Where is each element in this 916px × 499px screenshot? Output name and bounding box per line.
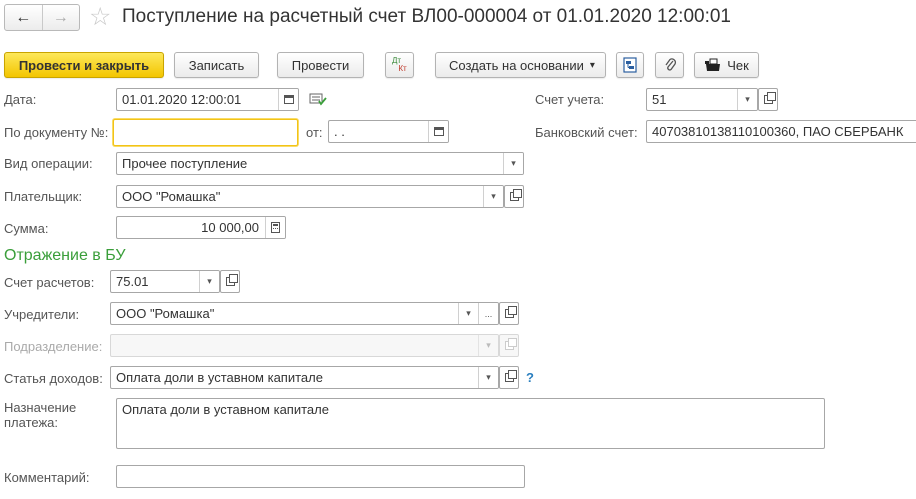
operation-label: Вид операции: bbox=[4, 156, 93, 171]
dt-kt-button[interactable]: Дт Кт bbox=[385, 52, 414, 78]
department-select: ▾ bbox=[110, 334, 499, 357]
document-structure-icon bbox=[623, 57, 637, 73]
purpose-label-line2: платежа: bbox=[4, 415, 58, 430]
founders-value: ООО "Ромашка" bbox=[116, 306, 215, 321]
payer-label: Плательщик: bbox=[4, 189, 83, 204]
amount-label: Сумма: bbox=[4, 221, 49, 236]
chevron-down-icon: ▾ bbox=[478, 335, 498, 356]
comment-value bbox=[117, 466, 524, 487]
date-calendar-button[interactable] bbox=[278, 89, 298, 110]
save-button[interactable]: Записать bbox=[174, 52, 259, 78]
structure-button[interactable] bbox=[616, 52, 644, 78]
founders-label: Учредители: bbox=[4, 307, 80, 322]
department-label: Подразделение: bbox=[4, 339, 103, 354]
doc-number-input[interactable] bbox=[113, 119, 298, 146]
income-value: Оплата доли в уставном капитале bbox=[116, 370, 323, 385]
calculator-icon bbox=[271, 222, 280, 233]
purpose-label-line1: Назначение bbox=[4, 400, 77, 415]
doc-number-label: По документу №: bbox=[4, 125, 109, 140]
list-check-icon[interactable] bbox=[309, 92, 327, 109]
favorite-star-icon[interactable]: ☆ bbox=[89, 2, 111, 32]
doc-date-calendar-button[interactable] bbox=[428, 121, 448, 142]
chevron-down-icon[interactable]: ▾ bbox=[199, 271, 219, 292]
amount-value: 10 000,00 bbox=[201, 220, 259, 235]
forward-arrow-icon: → bbox=[52, 8, 69, 26]
payer-open-button[interactable] bbox=[504, 185, 524, 208]
comment-label: Комментарий: bbox=[4, 470, 90, 485]
open-form-icon bbox=[504, 306, 517, 318]
settlement-select[interactable]: 75.01 ▾ bbox=[110, 270, 220, 293]
calculator-button[interactable] bbox=[265, 217, 285, 238]
cash-register-icon bbox=[705, 58, 721, 71]
post-and-close-button[interactable]: Провести и закрыть bbox=[4, 52, 164, 78]
from-date-label: от: bbox=[306, 125, 323, 140]
settlement-value: 75.01 bbox=[116, 274, 149, 289]
paperclip-icon bbox=[664, 58, 676, 71]
payer-value: ООО "Ромашка" bbox=[122, 189, 221, 204]
calendar-icon bbox=[433, 127, 444, 136]
founders-open-button[interactable] bbox=[499, 302, 519, 325]
open-form-icon bbox=[763, 92, 776, 104]
settlement-open-button[interactable] bbox=[220, 270, 240, 293]
back-arrow-icon: ← bbox=[15, 8, 32, 26]
forward-button[interactable]: → bbox=[43, 5, 80, 30]
bank-account-value: 40703810138110100360, ПАО СБЕРБАНК bbox=[652, 124, 904, 139]
chevron-down-icon[interactable]: ▾ bbox=[503, 153, 523, 174]
chevron-down-icon[interactable]: ▾ bbox=[483, 186, 503, 207]
kt-icon-text: Кт bbox=[398, 64, 407, 73]
post-button[interactable]: Провести bbox=[277, 52, 364, 78]
income-label: Статья доходов: bbox=[4, 371, 103, 386]
date-label: Дата: bbox=[4, 92, 37, 107]
doc-date-value: . . bbox=[334, 124, 345, 139]
attach-button[interactable] bbox=[655, 52, 684, 78]
settlement-label: Счет расчетов: bbox=[4, 275, 95, 290]
income-select[interactable]: Оплата доли в уставном капитале ▾ bbox=[110, 366, 499, 389]
chevron-down-icon[interactable]: ▾ bbox=[737, 89, 757, 110]
account-select[interactable]: 51 ▾ bbox=[646, 88, 758, 111]
back-button[interactable]: ← bbox=[5, 5, 43, 30]
receipt-label: Чек bbox=[727, 57, 749, 73]
purpose-label: Назначение платежа: bbox=[4, 400, 76, 430]
founders-select[interactable]: ООО "Ромашка" ▾ ... bbox=[110, 302, 499, 325]
operation-value: Прочее поступление bbox=[122, 156, 248, 171]
bank-account-label: Банковский счет: bbox=[535, 125, 638, 140]
operation-select[interactable]: Прочее поступление ▾ bbox=[116, 152, 524, 175]
comment-input[interactable] bbox=[116, 465, 525, 488]
bank-account-select[interactable]: 40703810138110100360, ПАО СБЕРБАНК bbox=[646, 120, 916, 143]
navigation-buttons: ← → bbox=[4, 4, 80, 31]
doc-number-value bbox=[114, 120, 297, 145]
income-open-button[interactable] bbox=[499, 366, 519, 389]
window-title: Поступление на расчетный счет ВЛ00-00000… bbox=[122, 6, 732, 27]
open-form-icon bbox=[225, 274, 238, 286]
account-label: Счет учета: bbox=[535, 92, 605, 107]
open-form-icon bbox=[509, 189, 522, 201]
receipt-button[interactable]: Чек bbox=[694, 52, 759, 78]
help-icon[interactable]: ? bbox=[526, 370, 534, 385]
account-value: 51 bbox=[652, 92, 667, 107]
open-form-icon bbox=[504, 338, 517, 350]
account-open-button[interactable] bbox=[758, 88, 778, 111]
department-value bbox=[111, 335, 478, 356]
payer-select[interactable]: ООО "Ромашка" ▾ bbox=[116, 185, 504, 208]
section-title: Отражение в БУ bbox=[4, 247, 126, 264]
create-based-on-button[interactable]: Создать на основании ▾ bbox=[435, 52, 606, 78]
open-form-icon bbox=[504, 370, 517, 382]
amount-input[interactable]: 10 000,00 bbox=[116, 216, 286, 239]
founders-choose-button[interactable]: ... bbox=[478, 303, 498, 324]
department-open-button bbox=[499, 334, 519, 357]
calendar-icon bbox=[283, 95, 294, 104]
purpose-textarea[interactable]: Оплата доли в уставном капитале bbox=[116, 398, 825, 449]
date-value: 01.01.2020 12:00:01 bbox=[122, 92, 242, 107]
chevron-down-icon[interactable]: ▾ bbox=[458, 303, 478, 324]
chevron-down-icon: ▾ bbox=[589, 59, 595, 71]
create-based-on-label: Создать на основании bbox=[449, 57, 584, 73]
chevron-down-icon[interactable]: ▾ bbox=[478, 367, 498, 388]
date-field[interactable]: 01.01.2020 12:00:01 bbox=[116, 88, 299, 111]
doc-date-field[interactable]: . . bbox=[328, 120, 449, 143]
